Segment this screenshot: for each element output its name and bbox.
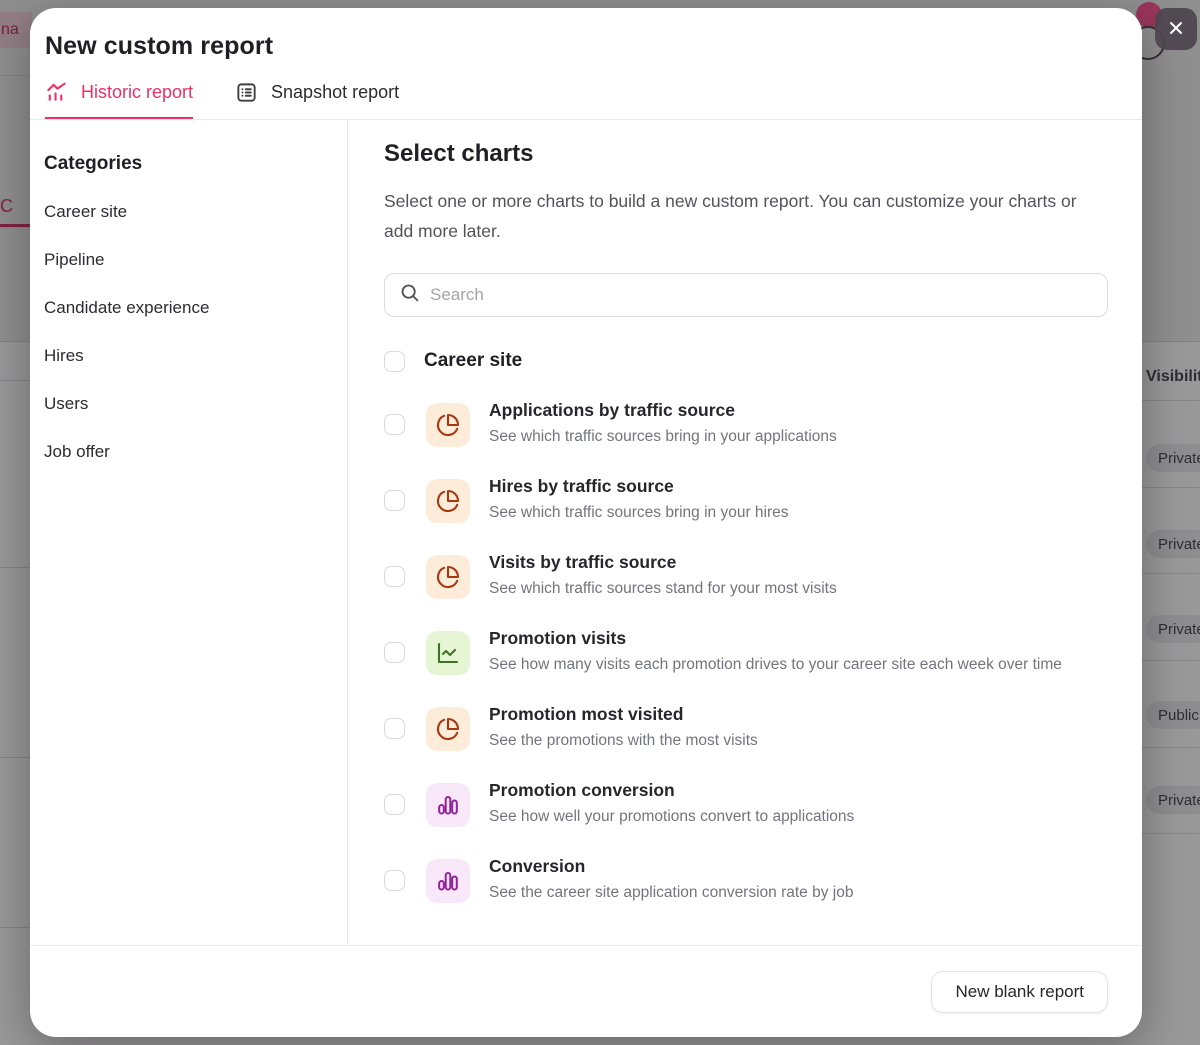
chart-description: See the career site application conversi… — [489, 880, 1108, 905]
dialog-footer: New blank report — [30, 945, 1142, 1037]
chart-row-hires-by-traffic-source: Hires by traffic source See which traffi… — [384, 476, 1108, 525]
chart-checkbox[interactable] — [384, 642, 405, 663]
chart-description: See the promotions with the most visits — [489, 728, 1108, 753]
pie-chart-icon — [426, 479, 470, 523]
chart-row-conversion: Conversion See the career site applicati… — [384, 856, 1108, 905]
chart-row-applications-by-traffic-source: Applications by traffic source See which… — [384, 400, 1108, 449]
tab-historic-report[interactable]: Historic report — [45, 81, 193, 119]
tab-snapshot-report[interactable]: Snapshot report — [235, 81, 399, 119]
line-chart-icon — [426, 631, 470, 675]
chart-title: Applications by traffic source — [489, 400, 1108, 421]
chart-checkbox[interactable] — [384, 490, 405, 511]
report-type-tabs: Historic report Snapshot report — [45, 81, 1127, 119]
chart-checkbox[interactable] — [384, 414, 405, 435]
close-icon — [1166, 18, 1186, 41]
close-button[interactable] — [1155, 8, 1197, 50]
sidebar-item-pipeline[interactable]: Pipeline — [44, 250, 327, 270]
new-custom-report-dialog: New custom report Historic report — [30, 8, 1142, 1037]
select-charts-panel: Select charts Select one or more charts … — [348, 120, 1142, 945]
select-charts-heading: Select charts — [384, 140, 1108, 168]
search-input[interactable] — [430, 285, 1093, 305]
chart-row-promotion-visits: Promotion visits See how many visits eac… — [384, 628, 1108, 677]
bar-chart-icon — [426, 783, 470, 827]
chart-row-promotion-conversion: Promotion conversion See how well your p… — [384, 780, 1108, 829]
chart-row-promotion-most-visited: Promotion most visited See the promotion… — [384, 704, 1108, 753]
chart-description: See how many visits each promotion drive… — [489, 652, 1108, 677]
career-site-section-checkbox[interactable] — [384, 351, 405, 372]
snapshot-list-icon — [235, 81, 258, 104]
sidebar-item-job-offer[interactable]: Job offer — [44, 442, 327, 462]
dialog-title: New custom report — [45, 32, 1127, 61]
chart-search — [384, 273, 1108, 317]
chart-title: Promotion most visited — [489, 704, 1108, 725]
historic-chart-icon — [45, 81, 68, 104]
chart-description: See how well your promotions convert to … — [489, 804, 1108, 829]
chart-row-visits-by-traffic-source: Visits by traffic source See which traff… — [384, 552, 1108, 601]
chart-title: Promotion visits — [489, 628, 1108, 649]
chart-title: Promotion conversion — [489, 780, 1108, 801]
pie-chart-icon — [426, 555, 470, 599]
chart-description: See which traffic sources bring in your … — [489, 424, 1108, 449]
chart-title: Conversion — [489, 856, 1108, 877]
chart-description: See which traffic sources bring in your … — [489, 500, 1108, 525]
select-charts-description: Select one or more charts to build a new… — [384, 186, 1084, 246]
sidebar-item-career-site[interactable]: Career site — [44, 202, 327, 222]
sidebar-item-users[interactable]: Users — [44, 394, 327, 414]
categories-heading: Categories — [44, 153, 327, 175]
sidebar-item-candidate-experience[interactable]: Candidate experience — [44, 298, 327, 318]
chart-checkbox[interactable] — [384, 794, 405, 815]
new-blank-report-button[interactable]: New blank report — [931, 971, 1108, 1013]
bar-chart-icon — [426, 859, 470, 903]
pie-chart-icon — [426, 707, 470, 751]
tab-label: Historic report — [81, 82, 193, 103]
tab-label: Snapshot report — [271, 82, 399, 103]
chart-description: See which traffic sources stand for your… — [489, 576, 1108, 601]
chart-title: Hires by traffic source — [489, 476, 1108, 497]
chart-checkbox[interactable] — [384, 870, 405, 891]
career-site-section-label: Career site — [424, 350, 522, 372]
dialog-header: New custom report Historic report — [30, 8, 1142, 120]
pie-chart-icon — [426, 403, 470, 447]
career-site-section-header: Career site — [384, 350, 1108, 372]
chart-checkbox[interactable] — [384, 718, 405, 739]
search-icon — [399, 282, 420, 308]
chart-checkbox[interactable] — [384, 566, 405, 587]
dialog-body: Categories Career site Pipeline Candidat… — [30, 120, 1142, 945]
categories-sidebar: Categories Career site Pipeline Candidat… — [30, 120, 348, 945]
sidebar-item-hires[interactable]: Hires — [44, 346, 327, 366]
chart-title: Visits by traffic source — [489, 552, 1108, 573]
